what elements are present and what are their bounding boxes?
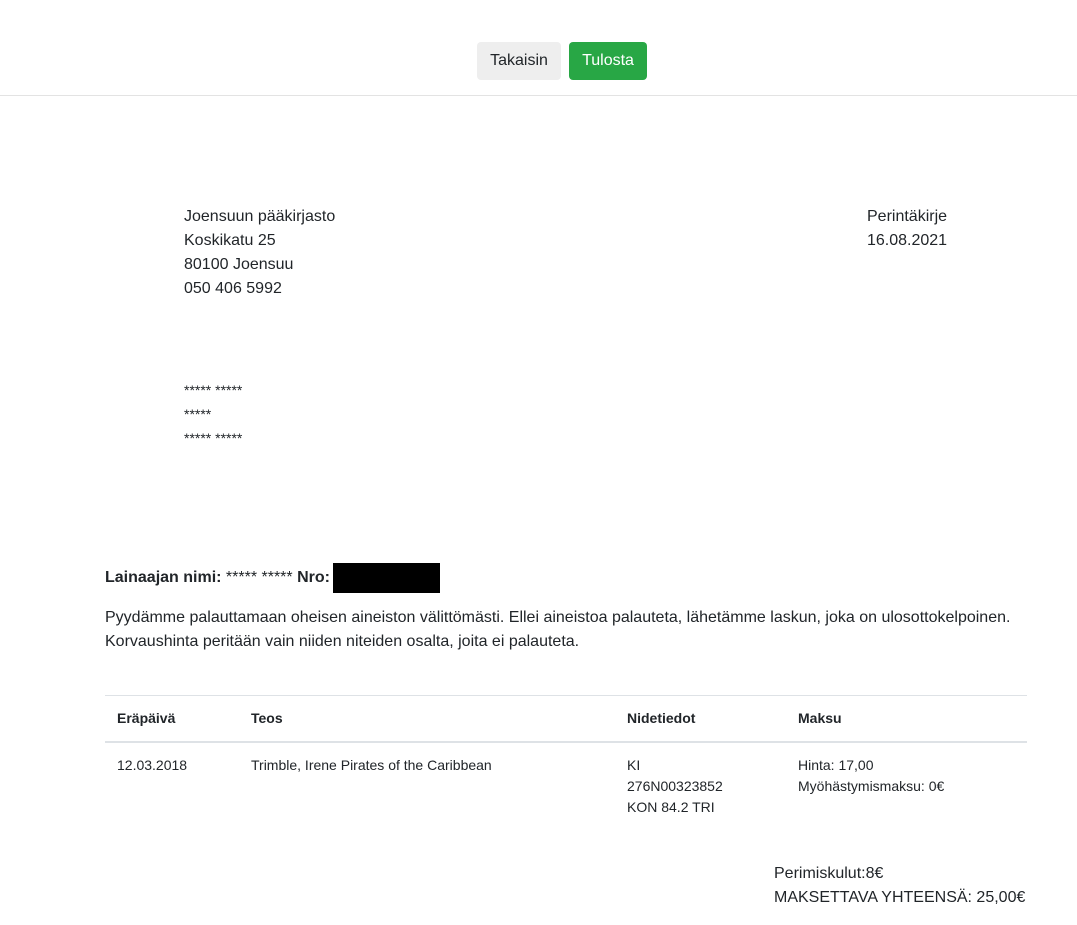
borrower-info: Lainaajan nimi: ***** ***** Nro: — [105, 563, 440, 593]
sender-address: Joensuun pääkirjasto Koskikatu 25 80100 … — [184, 205, 335, 301]
letter-info: Perintäkirje 16.08.2021 — [867, 205, 947, 253]
print-button[interactable]: Tulosta — [569, 42, 647, 80]
recipient-name: ***** ***** — [184, 382, 243, 398]
recipient-address: ***** ***** ***** ***** ***** — [184, 378, 242, 450]
borrower-number-label: Nro: — [297, 569, 330, 586]
cell-copy-info: KI 276N00323852 KON 84.2 TRI — [615, 742, 786, 830]
borrower-name: ***** ***** — [221, 569, 298, 586]
fee-late: Myöhästymismaksu: 0€ — [798, 778, 945, 794]
copy-location: KI — [627, 757, 641, 773]
items-table: Eräpäivä Teos Nidetiedot Maksu 12.03.201… — [105, 695, 1027, 830]
totals: Perimiskulut:8€ MAKSETTAVA YHTEENSÄ: 25,… — [774, 862, 1025, 910]
cell-fee: Hinta: 17,00 Myöhästymismaksu: 0€ — [786, 742, 1027, 830]
grand-total: MAKSETTAVA YHTEENSÄ: 25,00€ — [774, 889, 1026, 906]
letter-type: Perintäkirje — [867, 208, 948, 225]
copy-shelf: KON 84.2 TRI — [627, 799, 715, 815]
notice-line-2: Korvaushinta peritään vain niiden niteid… — [105, 633, 580, 650]
table-header-row: Eräpäivä Teos Nidetiedot Maksu — [105, 695, 1027, 743]
letter-date: 16.08.2021 — [867, 232, 948, 249]
back-button[interactable]: Takaisin — [477, 42, 561, 80]
toolbar: Takaisin Tulosta — [0, 0, 1077, 96]
header-copy-info: Nidetiedot — [615, 695, 786, 743]
notice-line-1: Pyydämme palauttamaan oheisen aineiston … — [105, 609, 1011, 626]
cell-work: Trimble, Irene Pirates of the Caribbean — [251, 757, 492, 773]
copy-barcode: 276N00323852 — [627, 778, 723, 794]
notice-text: Pyydämme palauttamaan oheisen aineiston … — [105, 606, 1035, 654]
borrower-name-label: Lainaajan nimi: — [105, 569, 222, 586]
header-fee: Maksu — [786, 695, 1027, 743]
sender-name: Joensuun pääkirjasto — [184, 208, 336, 225]
borrower-number-redacted — [332, 563, 440, 593]
table-row: 12.03.2018 Trimble, Irene Pirates of the… — [105, 742, 1027, 830]
cell-due-date: 12.03.2018 — [117, 757, 188, 773]
sender-postal: 80100 Joensuu — [184, 256, 294, 273]
fee-price: Hinta: 17,00 — [798, 757, 874, 773]
header-due-date: Eräpäivä — [105, 695, 239, 743]
sender-street: Koskikatu 25 — [184, 232, 276, 249]
recipient-street: ***** — [184, 406, 212, 422]
sender-phone: 050 406 5992 — [184, 280, 282, 297]
recipient-postal: ***** ***** — [184, 430, 243, 446]
collection-fee: Perimiskulut:8€ — [774, 865, 884, 882]
header-work: Teos — [239, 695, 615, 743]
